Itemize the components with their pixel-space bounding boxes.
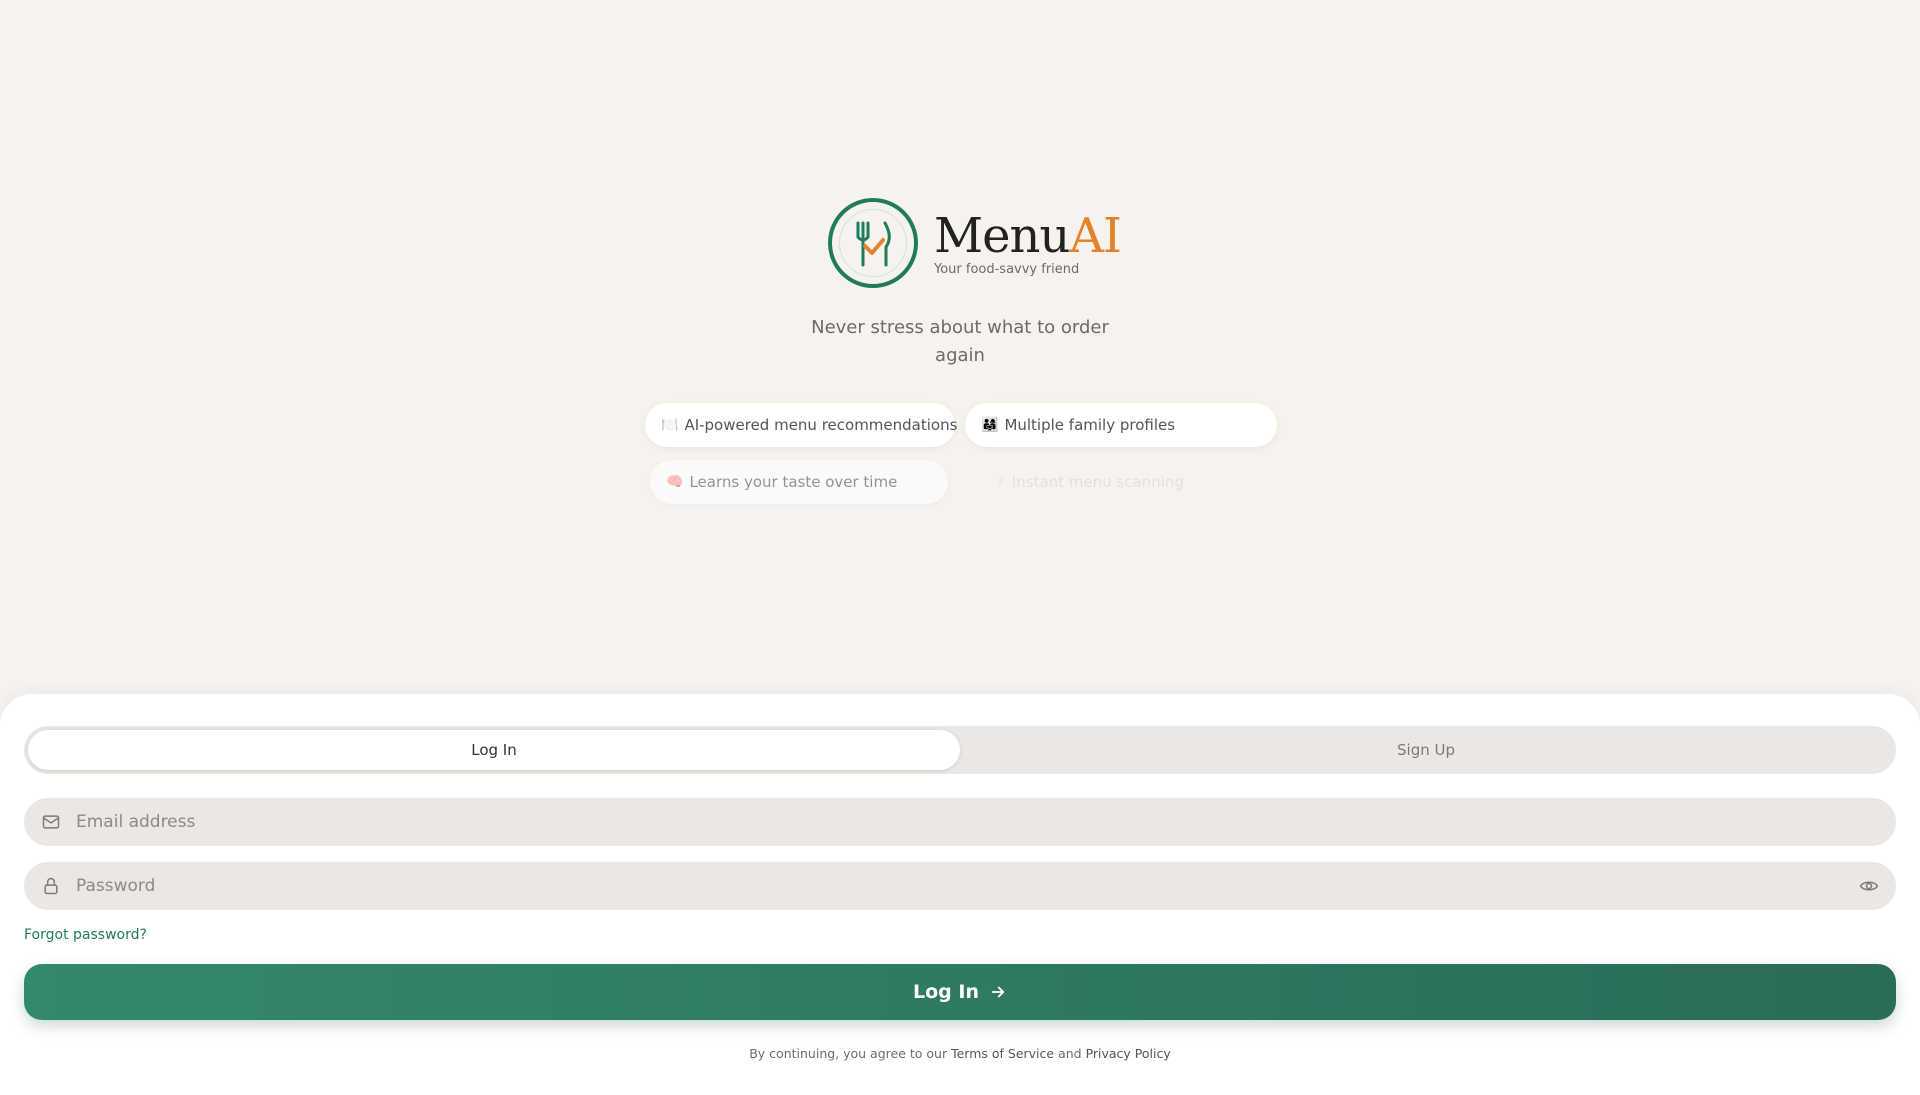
legal-notice: By continuing, you agree to our Terms of…: [0, 1046, 1920, 1061]
feature-chip-label: Learns your taste over time: [689, 473, 898, 491]
terms-link[interactable]: Terms of Service: [951, 1046, 1054, 1061]
feature-chip: ⚡ Instant menu scanning: [980, 460, 1200, 504]
lightning-icon: ⚡: [996, 474, 1006, 490]
plate-icon: 🍽️: [661, 417, 679, 433]
forgot-password-link[interactable]: Forgot password?: [24, 927, 147, 943]
brand-name-accent: AI: [1069, 207, 1122, 264]
feature-chip-label: Instant menu scanning: [1011, 473, 1184, 491]
password-field[interactable]: [24, 862, 1896, 910]
feature-chip-label: AI-powered menu recommendations: [684, 416, 958, 434]
log-in-button[interactable]: Log In: [24, 964, 1896, 1020]
email-input[interactable]: [74, 798, 1880, 846]
menuai-logo-icon: [828, 198, 918, 288]
brain-icon: 🧠: [666, 474, 684, 490]
tab-log-in[interactable]: Log In: [28, 730, 960, 770]
eye-icon[interactable]: [1858, 875, 1880, 897]
tab-sign-up[interactable]: Sign Up: [960, 730, 1892, 770]
legal-and: and: [1054, 1046, 1086, 1061]
email-field[interactable]: [24, 798, 1896, 846]
feature-chip: 👨‍👩‍👧 Multiple family profiles: [965, 403, 1277, 447]
brand-name: MenuAI: [934, 207, 1122, 264]
log-in-button-label: Log In: [913, 981, 979, 1003]
auth-sheet: Log In Sign Up Forgot password?: [0, 694, 1920, 1095]
brand: MenuAI Your food-savvy friend: [828, 198, 1122, 288]
family-icon: 👨‍👩‍👧: [981, 417, 999, 433]
hero-section: MenuAI Your food-savvy friend Never stre…: [0, 0, 1920, 694]
mail-icon: [40, 811, 62, 833]
hero-headline: Never stress about what to order again: [811, 317, 1109, 366]
feature-chip: 🍽️ AI-powered menu recommendations: [645, 403, 958, 447]
legal-prefix: By continuing, you agree to our: [749, 1046, 952, 1061]
privacy-link[interactable]: Privacy Policy: [1086, 1046, 1171, 1061]
brand-name-main: Menu: [934, 207, 1070, 264]
lock-icon: [40, 875, 62, 897]
password-input[interactable]: [74, 862, 1858, 910]
brand-tagline: Your food-savvy friend: [934, 261, 1080, 277]
auth-tabs: Log In Sign Up: [24, 726, 1896, 774]
feature-chip: 🧠 Learns your taste over time: [650, 460, 948, 504]
arrow-right-icon: [989, 983, 1007, 1001]
feature-chip-label: Multiple family profiles: [1004, 416, 1176, 434]
